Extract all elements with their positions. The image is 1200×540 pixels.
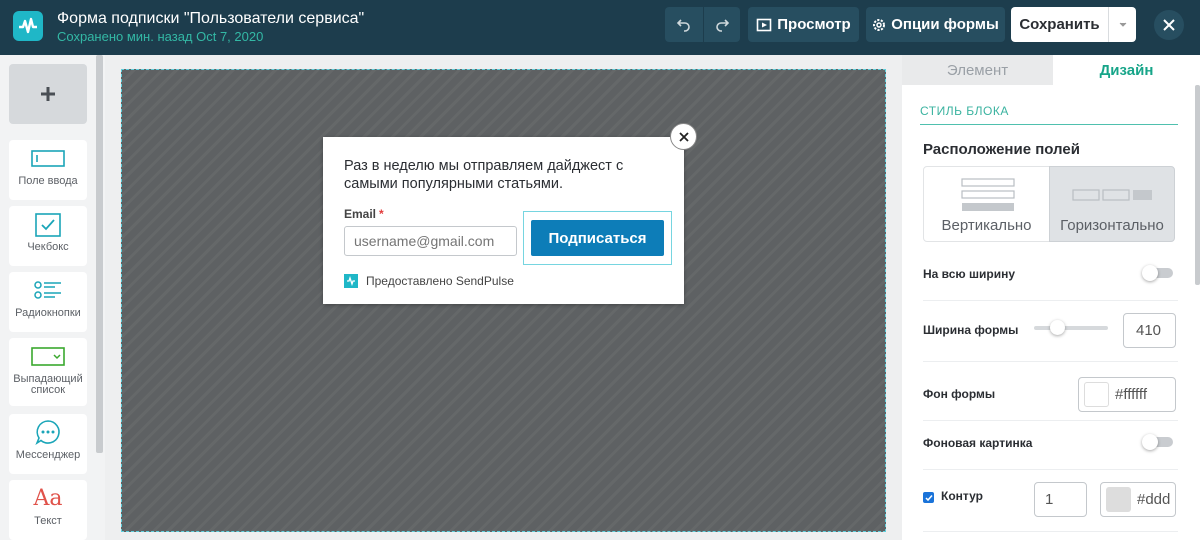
section-title: СТИЛЬ БЛОКА [920, 104, 1009, 118]
dropdown-icon [31, 338, 65, 374]
horizontal-layout-icon [1072, 189, 1152, 201]
toggle-knob [1142, 434, 1158, 450]
border-color-input[interactable]: #ddd [1100, 482, 1176, 517]
form-title: Форма подписки "Пользователи сервиса" [57, 10, 365, 27]
full-width-toggle[interactable] [1142, 265, 1173, 281]
saved-status: Сохранено мин. назад Oct 7, 2020 [57, 29, 264, 44]
layout-heading: Расположение полей [923, 141, 1080, 158]
gear-icon [873, 18, 886, 31]
close-icon [678, 131, 689, 142]
tool-input-field[interactable]: Поле ввода [9, 140, 87, 200]
preview-button[interactable]: Просмотр [748, 7, 859, 42]
vertical-layout-icon [961, 178, 1015, 211]
slider-knob[interactable] [1050, 320, 1065, 335]
email-label-text: Email [344, 207, 377, 221]
canvas-area: Раз в неделю мы отправляем дайджест с са… [105, 55, 902, 540]
form-options-button[interactable]: Опции формы [866, 7, 1005, 42]
left-scrollbar[interactable] [96, 55, 103, 453]
tab-element[interactable]: Элемент [902, 55, 1053, 85]
divider [923, 531, 1178, 532]
subscription-form-popup[interactable]: Раз в неделю мы отправляем дайджест с са… [323, 123, 697, 304]
tool-dropdown[interactable]: Выпадающий список [9, 338, 87, 406]
required-mark: * [379, 207, 384, 221]
add-element-button[interactable] [9, 64, 87, 124]
divider [923, 361, 1178, 362]
top-bar: Форма подписки "Пользователи сервиса" Со… [0, 0, 1200, 55]
preview-label: Просмотр [777, 16, 851, 33]
layout-horizontal-label: Горизонтально [1060, 217, 1164, 234]
radio-buttons-icon [33, 272, 63, 308]
color-swatch[interactable] [1084, 382, 1109, 407]
form-width-slider[interactable] [1034, 320, 1108, 335]
tool-label: Выпадающий список [13, 373, 83, 396]
tool-label: Текст [34, 515, 62, 527]
tool-label: Мессенджер [15, 449, 81, 461]
tool-messenger[interactable]: Мессенджер [9, 414, 87, 474]
chevron-down-icon [1119, 22, 1126, 27]
tab-design[interactable]: Дизайн [1053, 55, 1200, 85]
bg-image-toggle[interactable] [1142, 434, 1173, 450]
section-divider [920, 124, 1178, 125]
divider [923, 300, 1178, 301]
form-width-input[interactable]: 410 [1123, 313, 1176, 348]
undo-button[interactable] [665, 7, 703, 42]
text-icon: Aa [33, 485, 63, 511]
tool-label: Чекбокс [27, 241, 69, 253]
plus-icon [41, 87, 55, 101]
border-label: Контур [941, 489, 983, 503]
settings-tabs: Элемент Дизайн [902, 55, 1200, 85]
border-width-input[interactable]: 1 [1034, 482, 1087, 517]
save-dropdown-button[interactable] [1108, 7, 1136, 42]
powered-by-text: Предоставлено SendPulse [366, 274, 514, 288]
redo-button[interactable] [704, 7, 740, 42]
form-canvas[interactable]: Раз в неделю мы отправляем дайджест с са… [121, 69, 886, 532]
email-label[interactable]: Email * [344, 207, 384, 221]
save-button[interactable]: Сохранить [1011, 7, 1108, 42]
settings-panel: Элемент Дизайн СТИЛЬ БЛОКА Расположение … [902, 55, 1200, 540]
tool-text[interactable]: Aa Текст [9, 480, 87, 540]
form-bg-color-input[interactable]: #ffffff [1078, 377, 1176, 412]
checkmark-icon [924, 494, 933, 501]
form-bg-color-value: #ffffff [1115, 386, 1147, 403]
sendpulse-logo-icon[interactable] [13, 11, 43, 41]
bg-image-label: Фоновая картинка [923, 436, 1033, 450]
preview-icon [756, 18, 772, 31]
tool-label: Радиокнопки [15, 307, 81, 319]
tool-radio-buttons[interactable]: Радиокнопки [9, 272, 87, 332]
popup-close-button[interactable] [670, 123, 697, 150]
powered-by[interactable]: Предоставлено SendPulse [344, 274, 514, 288]
form-description[interactable]: Раз в неделю мы отправляем дайджест с са… [344, 157, 644, 193]
tool-label: Поле ввода [18, 175, 78, 187]
layout-vertical-label: Вертикально [941, 217, 1032, 234]
checkbox-icon [34, 206, 62, 242]
undo-icon [676, 18, 690, 32]
full-width-label: На всю ширину [923, 267, 1016, 281]
divider [923, 420, 1178, 421]
border-color-value: #ddd [1137, 491, 1171, 508]
subscribe-button[interactable]: Подписаться [531, 220, 664, 256]
divider [923, 469, 1178, 470]
tool-checkbox[interactable]: Чекбокс [9, 206, 87, 266]
input-field-icon [31, 140, 65, 176]
sendpulse-icon [344, 274, 358, 288]
layout-horizontal-option[interactable]: Горизонтально [1049, 166, 1175, 242]
form-bg-label: Фон формы [923, 387, 996, 401]
form-width-label: Ширина формы [923, 323, 1019, 337]
border-checkbox[interactable] [923, 492, 934, 503]
redo-icon [716, 18, 730, 32]
elements-panel: Поле ввода Чекбокс Радиокнопки Выпадающи… [0, 55, 105, 540]
messenger-icon [34, 414, 62, 450]
subscribe-button-wrapper[interactable]: Подписаться [523, 211, 672, 265]
close-icon [1163, 19, 1175, 31]
form-options-label: Опции формы [891, 16, 999, 33]
layout-vertical-option[interactable]: Вертикально [923, 166, 1050, 242]
email-input[interactable] [344, 226, 517, 256]
right-scrollbar[interactable] [1195, 85, 1200, 285]
toggle-knob [1142, 265, 1158, 281]
color-swatch[interactable] [1106, 487, 1131, 512]
close-editor-button[interactable] [1154, 10, 1184, 40]
